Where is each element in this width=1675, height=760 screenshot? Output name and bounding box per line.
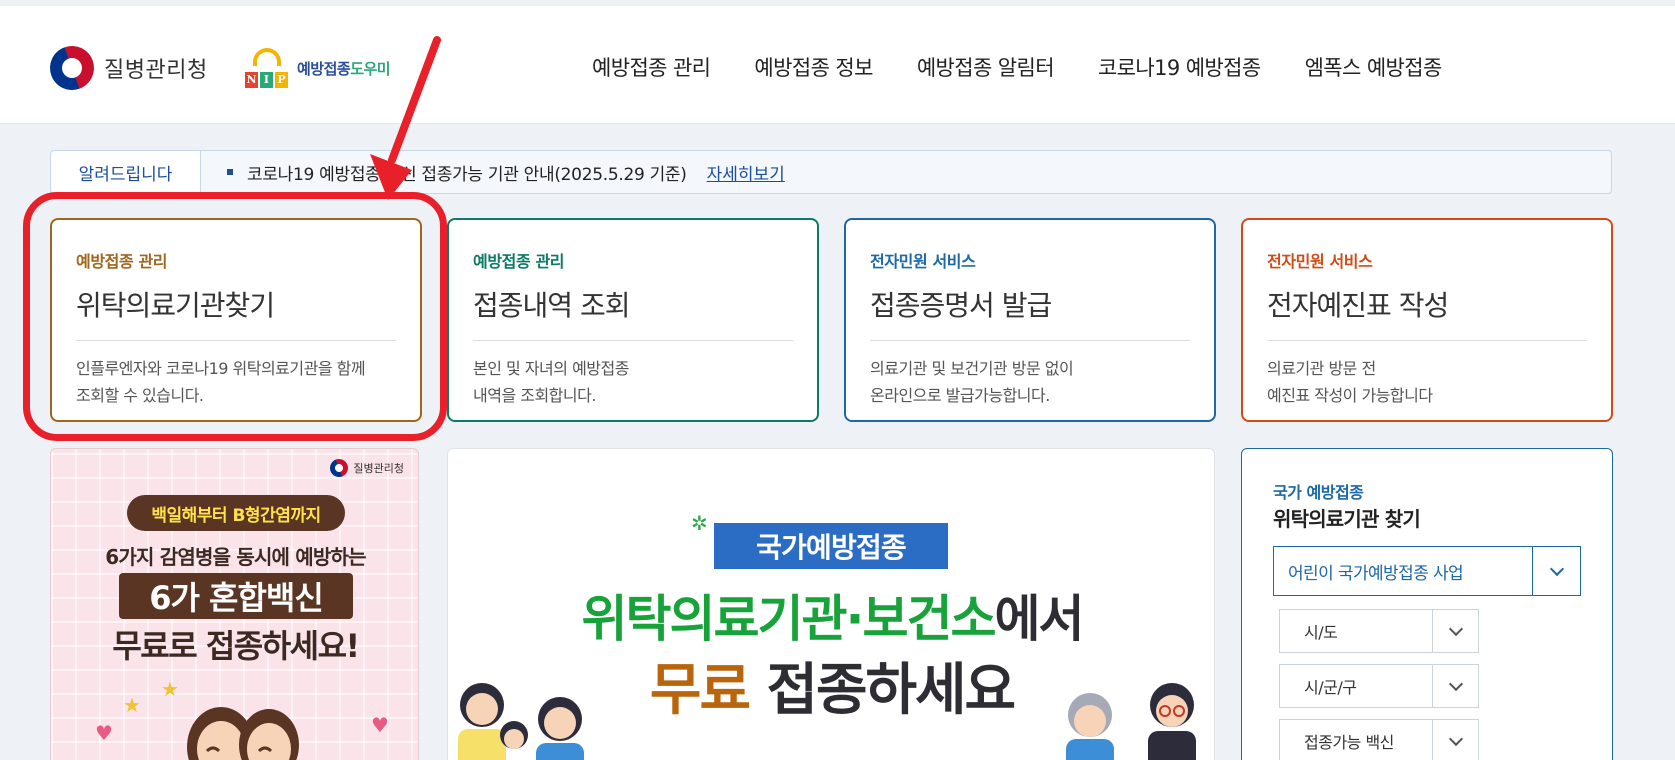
banner-line3: 무료로 접종하세요! [112, 627, 360, 665]
clinic-search-panel: 국가 예방접종 위탁의료기관 찾기 어린이 국가예방접종 사업 시/도 시/군/… [1241, 448, 1613, 760]
card-category: 전자민원 서비스 [1267, 252, 1373, 271]
site-header: 질병관리청 N I P 예방접종도우미 예방접종 관리 예방접종 정보 예방접종… [0, 0, 1675, 124]
card-divider [76, 340, 396, 341]
headline-dark: 에서 [994, 590, 1085, 648]
bullet-icon [227, 169, 233, 175]
banner-pill-text: 백일해부터 B형간염까지 [127, 495, 345, 531]
panel-title: 위탁의료기관 찾기 [1273, 507, 1421, 531]
nip-letter-i: I [260, 72, 273, 88]
card-certificate[interactable]: 전자민원 서비스 접종증명서 발급 의료기관 및 보건기관 방문 없이 온라인으… [844, 218, 1216, 422]
banner-line2: 6가 혼합백신 [119, 573, 353, 619]
region-select-value: 시/도 [1304, 623, 1338, 642]
nip-text-a: 예방접종 [297, 59, 351, 78]
hexavalent-vaccine-banner[interactable]: 질병관리청 백일해부터 B형간염까지 6가지 감염병을 동시에 예방하는 6가 … [50, 448, 419, 760]
card-category: 예방접종 관리 [76, 252, 168, 271]
nav-vaccination-info[interactable]: 예방접종 정보 [754, 52, 873, 82]
banner-line1: 6가지 감염병을 동시에 예방하는 [105, 545, 366, 569]
chevron-down-icon [1448, 676, 1463, 692]
kdca-logo-text: 질병관리청 [104, 58, 208, 83]
nip-logo[interactable]: N I P 예방접종도우미 [243, 46, 391, 90]
taeguk-emblem-icon [327, 456, 351, 480]
district-select[interactable]: 시/군/구 [1279, 664, 1479, 708]
banner-tag: 국가예방접종 [714, 523, 948, 569]
notice-label: 알려드립니다 [51, 151, 201, 193]
card-category: 예방접종 관리 [473, 252, 565, 271]
card-title: 전자예진표 작성 [1267, 289, 1449, 322]
card-find-clinic[interactable]: 예방접종 관리 위탁의료기관찾기 인플루엔자와 코로나19 위탁의료기관을 함께… [50, 218, 422, 422]
nip-logo-text: 예방접종도우미 [297, 58, 391, 79]
chevron-down-icon [1448, 731, 1463, 747]
card-divider [473, 340, 793, 341]
kdca-logo[interactable]: 질병관리청 [43, 39, 208, 97]
panel-category: 국가 예방접종 [1273, 483, 1364, 502]
card-description: 인플루엔자와 코로나19 위탁의료기관을 함께 조회할 수 있습니다. [76, 359, 366, 405]
notice-more-link[interactable]: 자세히보기 [707, 160, 785, 185]
card-title: 접종내역 조회 [473, 289, 630, 322]
chevron-down-icon [1549, 561, 1564, 577]
card-title: 위탁의료기관찾기 [76, 289, 275, 322]
star-icon: ✲ [691, 511, 708, 535]
taeguk-emblem-icon [43, 39, 101, 97]
headline-green: 위탁의료기관·보건소 [581, 590, 997, 648]
vaccine-select[interactable]: 접종가능 백신 [1279, 719, 1479, 760]
card-category: 전자민원 서비스 [870, 252, 976, 271]
star-icon: ★ [123, 693, 141, 717]
nav-mpox-vaccination[interactable]: 엠폭스 예방접종 [1305, 52, 1443, 82]
nip-letter-p: P [275, 72, 288, 88]
district-select-value: 시/군/구 [1304, 678, 1357, 697]
national-vaccination-banner[interactable]: ✲ 국가예방접종 위탁의료기관·보건소에서 무료 접종하세요 [447, 448, 1215, 760]
region-select[interactable]: 시/도 [1279, 609, 1479, 653]
main-nav: 예방접종 관리 예방접종 정보 예방접종 알림터 코로나19 예방접종 엠폭스 … [592, 52, 1486, 82]
notice-text[interactable]: 코로나19 예방접종 백신 접종가능 기관 안내(2025.5.29 기준) [247, 160, 687, 185]
card-divider [870, 340, 1190, 341]
nip-text-b: 도우미 [350, 59, 391, 78]
notice-bar: 알려드립니다 코로나19 예방접종 백신 접종가능 기관 안내(2025.5.2… [50, 150, 1612, 194]
nav-covid19-vaccination[interactable]: 코로나19 예방접종 [1098, 52, 1261, 82]
card-description: 본인 및 자녀의 예방접종 내역을 조회합니다. [473, 359, 629, 405]
heart-icon: ♥ [371, 713, 389, 737]
vaccine-select-value: 접종가능 백신 [1304, 733, 1394, 752]
card-vaccination-history[interactable]: 예방접종 관리 접종내역 조회 본인 및 자녀의 예방접종 내역을 조회합니다. [447, 218, 819, 422]
heart-icon: ♥ [95, 721, 113, 745]
program-select-value: 어린이 국가예방접종 사업 [1288, 563, 1464, 584]
card-description: 의료기관 방문 전 예진표 작성이 가능합니다 [1267, 359, 1433, 405]
chevron-down-icon [1448, 621, 1463, 637]
nav-vaccination-management[interactable]: 예방접종 관리 [592, 52, 711, 82]
card-divider [1267, 340, 1587, 341]
card-description: 의료기관 및 보건기관 방문 없이 온라인으로 발급가능합니다. [870, 359, 1074, 405]
banner-org-text: 질병관리청 [353, 462, 404, 475]
nav-vaccination-notices[interactable]: 예방접종 알림터 [917, 52, 1055, 82]
nip-letter-n: N [245, 72, 258, 88]
card-e-questionnaire[interactable]: 전자민원 서비스 전자예진표 작성 의료기관 방문 전 예진표 작성이 가능합니… [1241, 218, 1613, 422]
family-illustration [187, 707, 299, 760]
program-select[interactable]: 어린이 국가예방접종 사업 [1273, 546, 1581, 596]
banner-headline-1: 위탁의료기관·보건소에서 [448, 579, 1214, 651]
banner-org-mark: 질병관리청 [327, 456, 404, 480]
card-title: 접종증명서 발급 [870, 289, 1052, 322]
people-illustration [458, 683, 1196, 760]
nip-sun-icon: N I P [243, 46, 291, 90]
